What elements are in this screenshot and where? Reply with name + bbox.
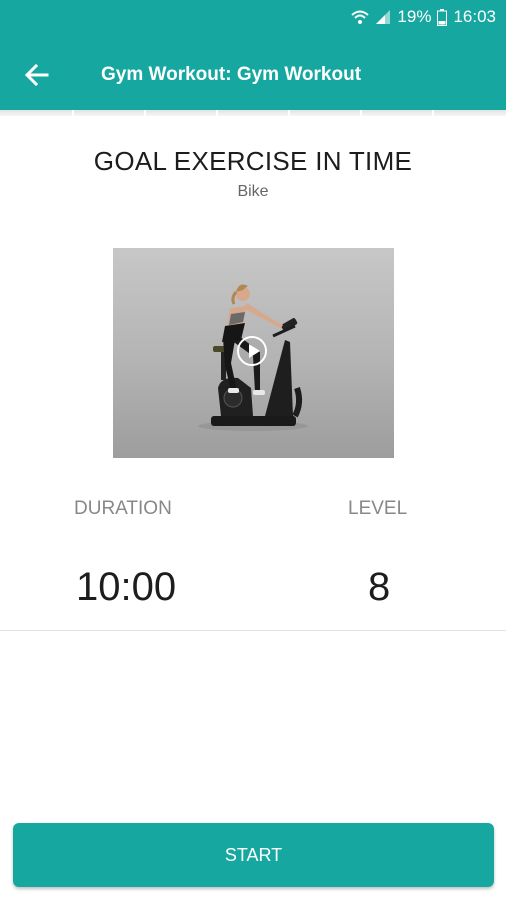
- toolbar: Gym Workout: Gym Workout: [0, 40, 506, 110]
- play-circle-icon[interactable]: [237, 336, 267, 366]
- equipment-label: Bike: [237, 183, 269, 200]
- back-button[interactable]: [22, 60, 58, 92]
- page-title: Gym Workout: Gym Workout: [101, 64, 362, 85]
- battery-icon: [437, 8, 448, 26]
- level-label: LEVEL: [348, 498, 408, 519]
- wifi-icon: [351, 8, 370, 26]
- arrow-left-icon: [24, 63, 49, 87]
- goal-title: GOAL EXERCISE IN TIME: [93, 146, 413, 176]
- battery-percent: 19%: [397, 7, 432, 26]
- app-bar: 19% 16:03 Gym Workout: Gym Workout: [0, 0, 506, 114]
- exercise-video[interactable]: [113, 248, 394, 458]
- progress-separator: [72, 110, 74, 118]
- duration-label: DURATION: [74, 498, 172, 519]
- status-bar: 19% 16:03: [0, 0, 506, 34]
- duration-value: 10:00: [76, 565, 177, 609]
- progress-separator: [288, 110, 290, 118]
- progress-separator: [144, 110, 146, 118]
- progress-separator: [432, 110, 434, 118]
- divider: [0, 630, 506, 631]
- start-button[interactable]: START: [13, 823, 494, 887]
- level-value: 8: [368, 565, 391, 609]
- progress-separator: [360, 110, 362, 118]
- clock: 16:03: [453, 7, 496, 26]
- progress-separator: [216, 110, 218, 118]
- signal-icon: [375, 9, 391, 25]
- workout-progress-track: [0, 110, 506, 116]
